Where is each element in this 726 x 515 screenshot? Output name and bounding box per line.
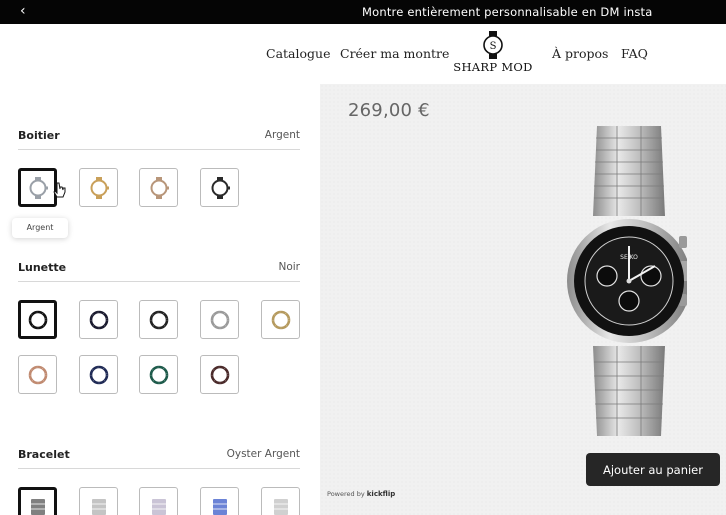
watch-preview-image: SEIKO <box>567 126 687 436</box>
bezel-swatch-icon <box>89 365 108 384</box>
bezel-option[interactable] <box>18 355 57 394</box>
section-case-value: Argent <box>264 129 300 141</box>
product-price: 269,00 € <box>348 100 430 121</box>
case-swatch-icon <box>211 176 230 199</box>
bezel-option[interactable] <box>139 355 178 394</box>
dial-brand: SEIKO <box>620 254 638 261</box>
bracelet-swatch-icon <box>212 498 227 515</box>
case-swatch-icon <box>150 176 169 199</box>
section-bracelet-value: Oyster Argent <box>226 448 300 460</box>
bezel-option[interactable] <box>18 300 57 339</box>
bezel-option[interactable] <box>139 300 178 339</box>
site-header: Catalogue Créer ma montre S SHARP MOD À … <box>0 24 726 84</box>
brand-logo[interactable]: S SHARP MOD <box>453 30 533 82</box>
svg-text:S: S <box>490 41 497 52</box>
case-option[interactable] <box>200 168 239 207</box>
announcement-text: Montre entièrement personnalisable en DM… <box>362 5 653 19</box>
product-preview: 269,00 € SEIKO Ajouter au panier Powered… <box>320 84 726 515</box>
announcement-bar: ‹ Montre entièrement personnalisable en … <box>0 0 726 24</box>
nav-faq[interactable]: FAQ <box>621 46 648 61</box>
bezel-swatch-icon <box>28 310 47 329</box>
case-swatch-icon <box>29 176 48 199</box>
bezel-swatch-icon <box>149 310 168 329</box>
add-to-cart-button[interactable]: Ajouter au panier <box>586 453 720 486</box>
section-case-title: Boitier <box>18 129 60 142</box>
bracelet-option[interactable] <box>79 487 118 515</box>
bezel-option[interactable] <box>200 355 239 394</box>
configurator-panel: Boitier Argent Argent Lunette Noir Brace… <box>0 84 320 515</box>
bezel-option[interactable] <box>200 300 239 339</box>
section-bezel-value: Noir <box>278 261 300 273</box>
bezel-swatch-icon <box>210 310 229 329</box>
bezel-swatch-icon <box>210 365 229 384</box>
section-bezel-title: Lunette <box>18 261 67 274</box>
pointer-cursor-icon <box>53 182 66 198</box>
case-swatch-icon <box>90 176 109 199</box>
bracelet-swatch-icon <box>30 498 45 515</box>
watch-logo-icon: S <box>483 31 503 59</box>
section-bezel-header: Lunette Noir <box>18 261 300 282</box>
powered-by-label: Powered by <box>327 490 365 498</box>
section-bracelet-title: Bracelet <box>18 448 70 461</box>
bezel-option[interactable] <box>261 300 300 339</box>
brand-name: SHARP MOD <box>453 60 533 74</box>
bezel-swatch-icon <box>89 310 108 329</box>
option-tooltip: Argent <box>12 218 68 238</box>
bracelet-option[interactable] <box>18 487 57 515</box>
bezel-swatch-icon <box>271 310 290 329</box>
section-case-header: Boitier Argent <box>18 129 300 150</box>
bezel-option[interactable] <box>79 300 118 339</box>
bezel-option[interactable] <box>79 355 118 394</box>
chevron-left-icon[interactable]: ‹ <box>20 3 26 19</box>
bracelet-option[interactable] <box>200 487 239 515</box>
bezel-swatch-icon <box>28 365 47 384</box>
app-root: ‹ Montre entièrement personnalisable en … <box>0 0 726 515</box>
bracelet-option[interactable] <box>261 487 300 515</box>
bezel-swatch-icon <box>149 365 168 384</box>
powered-by[interactable]: Powered by kickflip <box>327 490 395 498</box>
kickflip-brand: kickflip <box>366 490 396 498</box>
bracelet-option[interactable] <box>139 487 178 515</box>
bracelet-swatch-icon <box>273 498 288 515</box>
case-option[interactable] <box>18 168 57 207</box>
nav-create-watch[interactable]: Créer ma montre <box>340 46 449 61</box>
case-option[interactable] <box>139 168 178 207</box>
nav-about[interactable]: À propos <box>552 46 608 61</box>
nav-catalogue[interactable]: Catalogue <box>266 46 330 61</box>
case-option[interactable] <box>79 168 118 207</box>
bracelet-swatch-icon <box>151 498 166 515</box>
section-bracelet-header: Bracelet Oyster Argent <box>18 448 300 469</box>
bracelet-swatch-icon <box>91 498 106 515</box>
